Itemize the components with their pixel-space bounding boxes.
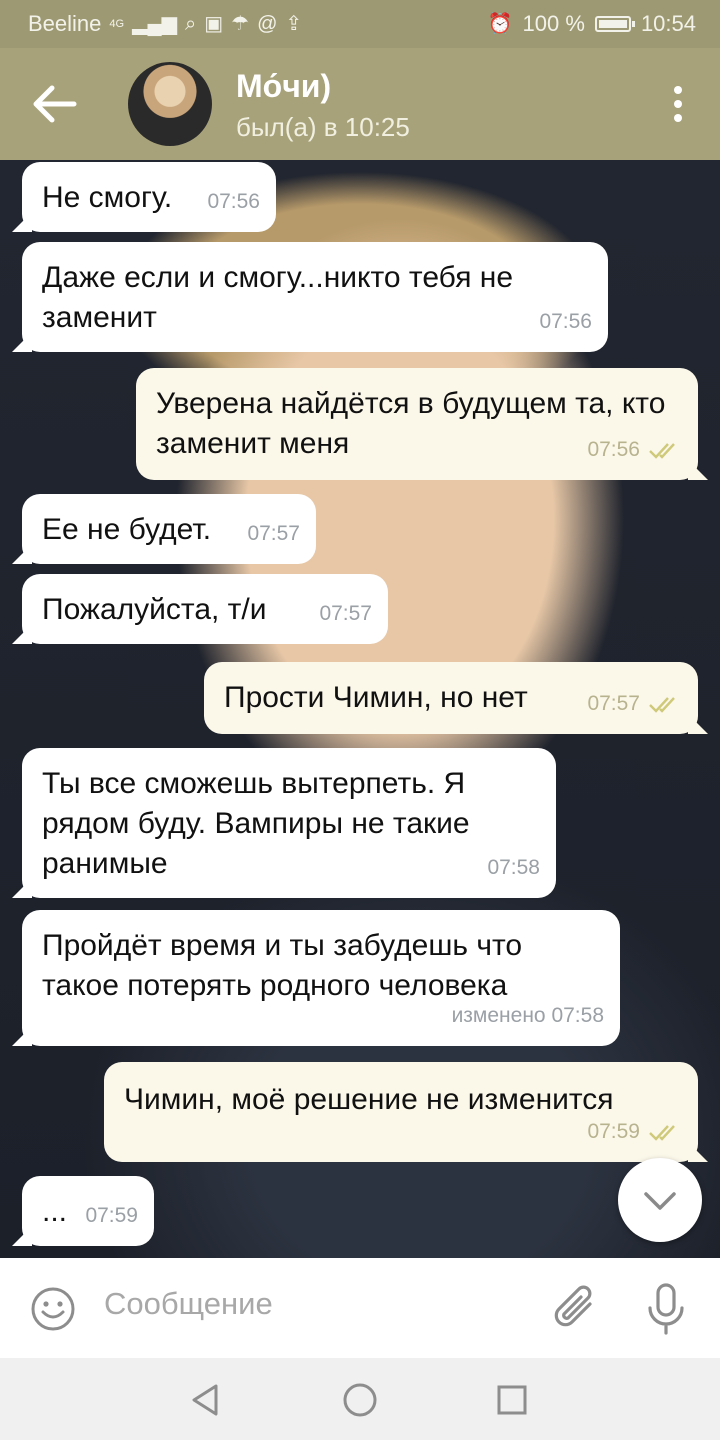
message-time-value: 07:59 <box>587 1120 640 1143</box>
clock: 10:54 <box>640 11 696 36</box>
chat-header: Мо́чи) был(а) в 10:25 <box>0 48 720 160</box>
message-incoming[interactable]: Ты все сможешь вытерпеть. Я рядом буду. … <box>22 748 556 898</box>
message-incoming[interactable]: Не смогу. 07:56 <box>22 162 276 232</box>
message-time: 07:58 <box>487 856 540 879</box>
network-label: 4G <box>109 17 125 30</box>
system-nav-bar <box>0 1358 720 1440</box>
message-text: Пройдёт время и ты забудешь что такое по… <box>42 929 523 1002</box>
mic-icon[interactable] <box>644 1282 688 1336</box>
message-incoming[interactable]: ... 07:59 <box>22 1176 154 1246</box>
avatar[interactable] <box>128 62 212 146</box>
message-time: 07:56 <box>587 430 682 470</box>
message-input[interactable]: Сообщение <box>104 1286 273 1322</box>
message-time: 07:56 <box>207 190 260 213</box>
message-text: Ее не будет. <box>42 513 212 546</box>
scroll-down-button[interactable] <box>618 1158 702 1242</box>
message-incoming[interactable]: Пожалуйста, т/и 07:57 <box>22 574 388 644</box>
message-time: 07:59 <box>85 1204 138 1227</box>
message-time: 07:57 <box>247 522 300 545</box>
message-text: Не смогу. <box>42 181 173 214</box>
message-outgoing[interactable]: Уверена найдётся в будущем та, кто замен… <box>136 368 698 480</box>
nav-recents-icon[interactable] <box>492 1380 532 1420</box>
umbrella-icon: ☂ <box>231 13 250 35</box>
composer: Сообщение <box>0 1258 720 1358</box>
message-incoming[interactable]: Даже если и смогу...никто тебя не замени… <box>22 242 608 352</box>
battery-percent: 100 % <box>522 11 585 36</box>
upload-icon: ⇪ <box>285 13 303 35</box>
more-vert-icon[interactable] <box>672 86 684 126</box>
chevron-down-icon <box>644 1192 676 1210</box>
message-time: 07:59 <box>587 1112 682 1152</box>
message-text: Даже если и смогу...никто тебя не замени… <box>42 261 514 334</box>
message-text: ... <box>42 1195 68 1228</box>
nav-back-icon[interactable] <box>186 1380 226 1420</box>
carrier-label: Beeline <box>28 11 102 36</box>
status-bar: Beeline 4G ▂▄▆ ⌕ ▣ ☂ @ ⇪ ⏰ 100 % 10:54 <box>0 0 720 48</box>
back-arrow-icon[interactable] <box>30 84 80 124</box>
gallery-icon: ▣ <box>204 13 224 35</box>
double-check-icon <box>649 697 675 714</box>
message-incoming[interactable]: Ее не будет. 07:57 <box>22 494 316 564</box>
message-list[interactable]: Не смогу. 07:56 Даже если и смогу...никт… <box>0 160 720 1258</box>
double-check-icon <box>649 1125 675 1142</box>
search-icon: ⌕ <box>185 13 197 35</box>
nav-home-icon[interactable] <box>340 1380 380 1420</box>
last-seen: был(а) в 10:25 <box>236 112 410 142</box>
message-text: Ты все сможешь вытерпеть. Я рядом буду. … <box>42 767 470 880</box>
message-time: изменено 07:58 <box>451 1004 604 1027</box>
message-text: Пожалуйста, т/и <box>42 593 267 626</box>
message-outgoing[interactable]: Чимин, моё решение не изменится 07:59 <box>104 1062 698 1162</box>
attach-icon[interactable] <box>552 1282 602 1334</box>
signal-icon: ▂▄▆ <box>132 13 178 35</box>
message-text: Прости Чимин, но нет <box>224 681 528 714</box>
message-incoming[interactable]: Пройдёт время и ты забудешь что такое по… <box>22 910 620 1046</box>
message-time-value: 07:56 <box>587 438 640 461</box>
double-check-icon <box>649 443 675 460</box>
battery-icon <box>594 16 635 32</box>
message-text: Чимин, моё решение не изменится <box>124 1083 614 1116</box>
message-time-value: 07:57 <box>587 692 640 715</box>
message-time: 07:57 <box>587 684 682 724</box>
emoji-icon[interactable] <box>30 1286 76 1332</box>
message-time: 07:57 <box>319 602 372 625</box>
at-icon: @ <box>257 13 278 35</box>
alarm-icon: ⏰ <box>487 13 513 35</box>
message-outgoing[interactable]: Прости Чимин, но нет 07:57 <box>204 662 698 734</box>
contact-name[interactable]: Мо́чи) <box>236 68 331 105</box>
message-time: 07:56 <box>539 310 592 333</box>
